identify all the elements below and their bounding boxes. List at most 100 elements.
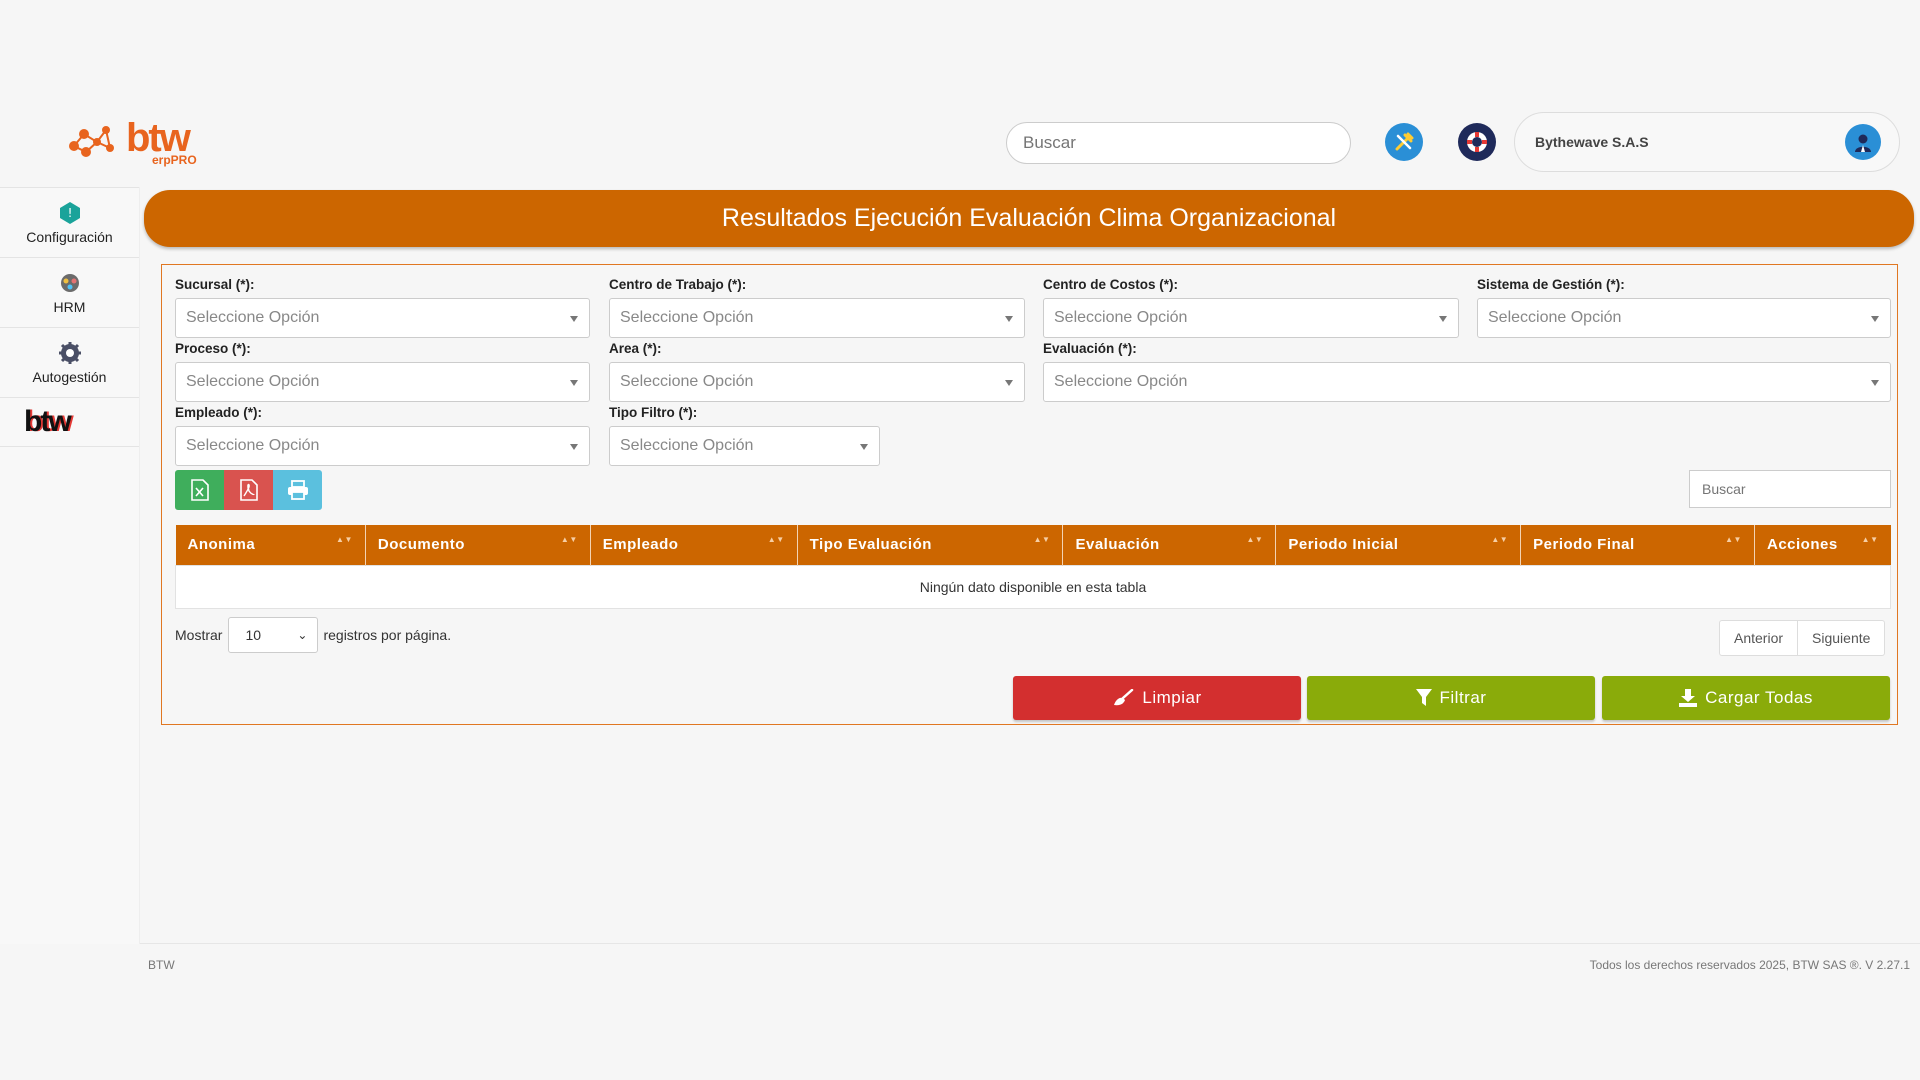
next-page-button[interactable]: Siguiente — [1798, 620, 1886, 656]
column-label: Periodo Final — [1533, 536, 1635, 554]
select-value: Seleccione Opción — [1054, 373, 1188, 390]
sidebar-item-autogestion[interactable]: Autogestión — [0, 327, 139, 397]
proceso-select[interactable]: Seleccione Opción — [175, 362, 590, 402]
sucursal-label: Sucursal (*): — [175, 277, 255, 292]
sidebar-item-configuracion[interactable]: ! Configuración — [0, 187, 139, 257]
clear-button[interactable]: Limpiar — [1013, 676, 1301, 720]
centro-trabajo-select[interactable]: Seleccione Opción — [609, 298, 1025, 338]
sucursal-select[interactable]: Seleccione Opción — [175, 298, 590, 338]
global-search-input[interactable] — [1006, 122, 1351, 164]
field-sucursal: Sucursal (*): Seleccione Opción — [175, 277, 590, 338]
footer-copyright: Todos los derechos reservados 2025, BTW … — [1589, 958, 1910, 972]
footer-brand: BTW — [148, 958, 175, 972]
field-centro-trabajo: Centro de Trabajo (*): Seleccione Opción — [609, 277, 1025, 338]
centro-costos-label: Centro de Costos (*): — [1043, 277, 1178, 292]
sidebar: ! Configuración HRM Autogestión btw — [0, 187, 140, 944]
empleado-label: Empleado (*): — [175, 405, 263, 420]
export-pdf-button[interactable] — [224, 470, 273, 510]
col-header-periodo-inicial[interactable]: Periodo Inicial ▲▼ — [1275, 525, 1522, 565]
field-tipo-filtro: Tipo Filtro (*): Seleccione Opción — [609, 405, 880, 466]
user-avatar-icon[interactable] — [1845, 124, 1881, 160]
column-label: Documento — [377, 536, 465, 554]
caret-down-icon — [570, 316, 578, 322]
printer-icon — [287, 480, 308, 500]
export-buttons — [175, 470, 322, 510]
sort-icon: ▲▼ — [1861, 535, 1879, 544]
company-name: Bythewave S.A.S — [1535, 134, 1649, 150]
load-all-button-label: Cargar Todas — [1705, 688, 1813, 707]
logo-subtext: erpPRO — [152, 153, 197, 167]
area-select[interactable]: Seleccione Opción — [609, 362, 1025, 402]
page-size-select[interactable]: 10 ⌄ — [228, 617, 319, 653]
broom-icon — [1112, 689, 1134, 707]
sidebar-item-label: Configuración — [26, 228, 113, 245]
app-logo[interactable]: btw erpPRO — [66, 116, 206, 170]
field-proceso: Proceso (*): Seleccione Opción — [175, 341, 590, 402]
sidebar-item-label: HRM — [53, 298, 86, 315]
sistema-gestion-select[interactable]: Seleccione Opción — [1477, 298, 1891, 338]
centro-trabajo-label: Centro de Trabajo (*): — [609, 277, 747, 292]
column-label: Tipo Evaluación — [809, 536, 932, 554]
sidebar-item-hrm[interactable]: HRM — [0, 257, 139, 327]
select-value: Seleccione Opción — [186, 309, 320, 326]
table-row: Ningún dato disponible en esta tabla — [175, 564, 1891, 609]
empleado-select[interactable]: Seleccione Opción — [175, 426, 590, 466]
export-excel-button[interactable] — [175, 470, 224, 510]
empty-table-message: Ningún dato disponible en esta tabla — [175, 564, 1891, 609]
sort-icon: ▲▼ — [560, 535, 578, 544]
select-value: Seleccione Opción — [1054, 309, 1188, 326]
sort-icon: ▲▼ — [1246, 535, 1264, 544]
field-empleado: Empleado (*): Seleccione Opción — [175, 405, 590, 466]
col-header-documento[interactable]: Documento ▲▼ — [365, 525, 591, 565]
caret-down-icon — [570, 380, 578, 386]
evaluacion-select[interactable]: Seleccione Opción — [1043, 362, 1891, 402]
col-header-anonima[interactable]: Anonima ▲▼ — [175, 525, 366, 565]
column-label: Empleado — [602, 536, 679, 554]
area-label: Area (*): — [609, 341, 662, 356]
table-search-input[interactable] — [1689, 470, 1891, 508]
pagination: Anterior Siguiente — [1719, 620, 1886, 656]
per-page-label: registros por página. — [323, 627, 452, 643]
filter-button-label: Filtrar — [1439, 688, 1487, 707]
sort-icon: ▲▼ — [767, 535, 785, 544]
page-title: Resultados Ejecución Evaluación Clima Or… — [721, 204, 1337, 232]
tipo-filtro-label: Tipo Filtro (*): — [609, 405, 698, 420]
centro-costos-select[interactable]: Seleccione Opción — [1043, 298, 1459, 338]
sidebar-brand-btw[interactable]: btw — [0, 397, 139, 447]
col-header-evaluacion[interactable]: Evaluación ▲▼ — [1062, 525, 1277, 565]
col-header-acciones[interactable]: Acciones ▲▼ — [1754, 525, 1891, 565]
caret-down-icon — [1005, 380, 1013, 386]
tools-icon[interactable] — [1385, 123, 1423, 161]
column-label: Periodo Inicial — [1288, 536, 1399, 554]
caret-down-icon — [1871, 380, 1879, 386]
caret-down-icon — [1439, 316, 1447, 322]
caret-down-icon — [570, 444, 578, 450]
chevron-down-icon: ⌄ — [297, 628, 308, 642]
field-sistema-gestion: Sistema de Gestión (*): Seleccione Opció… — [1477, 277, 1891, 338]
sistema-gestion-label: Sistema de Gestión (*): — [1477, 277, 1625, 292]
pdf-file-icon — [239, 479, 258, 501]
col-header-tipo-evaluacion[interactable]: Tipo Evaluación ▲▼ — [797, 525, 1064, 565]
lifebuoy-icon[interactable] — [1458, 123, 1496, 161]
brand-logo: btw — [24, 405, 72, 438]
sort-icon: ▲▼ — [1725, 535, 1742, 544]
autogestion-icon — [58, 341, 81, 364]
caret-down-icon — [1005, 316, 1013, 322]
prev-page-button[interactable]: Anterior — [1719, 620, 1799, 656]
tipo-filtro-select[interactable]: Seleccione Opción — [609, 426, 880, 466]
field-area: Area (*): Seleccione Opción — [609, 341, 1025, 402]
col-header-periodo-final[interactable]: Periodo Final ▲▼ — [1520, 525, 1755, 565]
show-label: Mostrar — [175, 627, 223, 643]
print-button[interactable] — [273, 470, 322, 510]
page-size-value: 10 — [245, 627, 262, 643]
page-size-control: Mostrar 10 ⌄ registros por página. — [175, 617, 451, 653]
filter-button[interactable]: Filtrar — [1307, 676, 1595, 720]
user-menu[interactable]: Bythewave S.A.S — [1514, 112, 1900, 172]
hrm-icon — [60, 273, 79, 292]
load-all-button[interactable]: Cargar Todas — [1602, 676, 1890, 720]
column-label: Evaluación — [1075, 536, 1160, 554]
field-centro-costos: Centro de Costos (*): Seleccione Opción — [1043, 277, 1459, 338]
caret-down-icon — [860, 444, 868, 450]
sort-icon: ▲▼ — [1033, 535, 1051, 544]
col-header-empleado[interactable]: Empleado ▲▼ — [590, 525, 798, 565]
